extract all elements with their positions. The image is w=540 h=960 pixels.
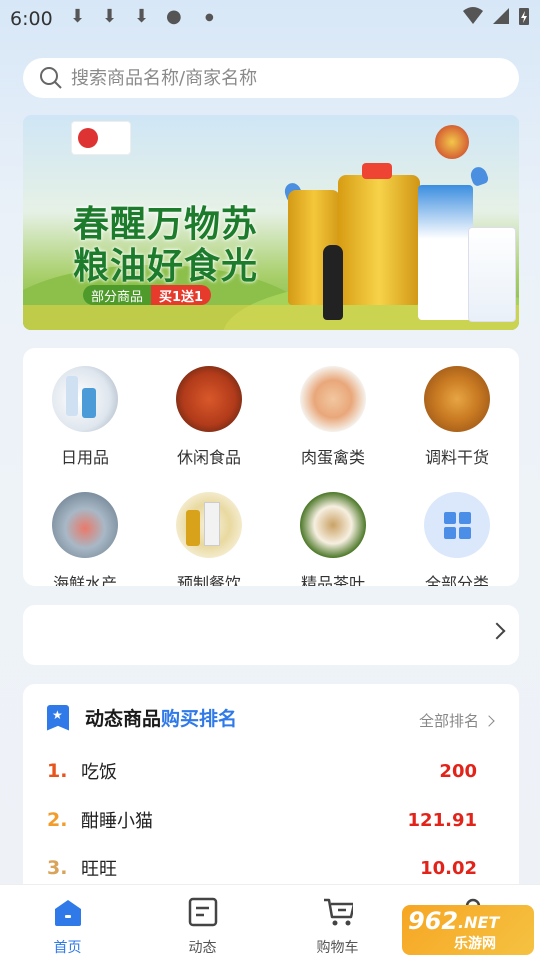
badge-icon: [47, 704, 69, 731]
category-seafood-image: [52, 492, 118, 558]
category-label: 肉蛋禽类: [300, 448, 365, 467]
banner-headline-line1: 春醒万物苏: [73, 203, 259, 245]
chevron-right-icon[interactable]: [488, 622, 506, 640]
dot-icon: ●: [205, 12, 214, 23]
status-right: [462, 6, 530, 26]
category-tea-image: [300, 492, 366, 558]
nav-cart[interactable]: 购物车: [270, 885, 405, 960]
download-icon: ⬇: [102, 6, 118, 27]
banner-headline: 春醒万物苏 粮油好食光: [73, 203, 258, 287]
ranking-header: 动态商品购买排名: [47, 704, 237, 731]
sauce-bottle-image: [323, 245, 343, 320]
category-label: 预制餐饮: [176, 574, 241, 586]
watermark-net: .NET: [458, 913, 500, 932]
category-label: 调料干货: [424, 448, 489, 467]
battery-icon: [519, 8, 529, 25]
category-meat-eggs-image: [300, 366, 366, 432]
download-icon: ⬇: [70, 6, 86, 27]
ranking-title-main: 动态商品: [85, 708, 162, 730]
download-icon: ⬇: [134, 6, 150, 27]
rank-item-value: 10.02: [420, 857, 477, 879]
nav-feed[interactable]: 动态: [135, 885, 270, 960]
category-all[interactable]: 全部分类: [395, 474, 519, 586]
banner-headline-line2: 粮油好食光: [73, 245, 259, 287]
rice-bag-image: [418, 185, 473, 320]
category-label: 海鲜水产: [52, 574, 117, 586]
search-input[interactable]: [71, 67, 471, 89]
status-time: 6:00: [10, 8, 53, 30]
rank-number: 2.: [47, 809, 68, 831]
ranking-title-highlight: 购买排名: [161, 708, 238, 730]
category-seasoning[interactable]: 调料干货: [395, 348, 519, 468]
notice-bar[interactable]: [23, 605, 519, 665]
promo-banner[interactable]: 春醒万物苏 粮油好食光 部分商品 买1送1: [23, 115, 519, 330]
nav-label: 首页: [53, 940, 82, 956]
shopping-cart-icon: [323, 898, 355, 926]
nav-home[interactable]: 首页: [0, 885, 135, 960]
rank-item-value: 200: [439, 760, 477, 782]
rice-bag-image: [468, 227, 516, 322]
category-daily-goods[interactable]: 日用品: [23, 348, 147, 468]
oil-bottle-image: [338, 163, 420, 305]
chevron-right-icon: [483, 714, 495, 727]
banner-tag-part: 部分商品: [83, 285, 152, 305]
watermark-brand: 962: [408, 907, 459, 935]
rank-item-name: 酣睡小猫: [81, 811, 153, 832]
document-icon: [188, 897, 217, 927]
butterfly-icon: [468, 164, 490, 188]
all-ranking-link[interactable]: 全部排名: [418, 710, 495, 731]
watermark-sub: 乐游网: [454, 936, 496, 952]
nav-label: 动态: [188, 940, 217, 956]
ranking-row[interactable]: 1. 吃饭 200: [47, 756, 497, 786]
rank-item-value: 121.91: [407, 809, 477, 831]
ranking-row[interactable]: 3. 旺旺 10.02: [47, 853, 497, 883]
rank-number: 1.: [47, 760, 68, 782]
category-seafood[interactable]: 海鲜水产: [23, 474, 147, 586]
ranking-title: 动态商品购买排名: [85, 704, 237, 731]
nav-label: 购物车: [316, 940, 359, 956]
category-meat-eggs[interactable]: 肉蛋禽类: [271, 348, 395, 468]
all-ranking-label: 全部排名: [418, 712, 479, 730]
brand-logo: [71, 121, 131, 155]
alert-icon: ●: [166, 6, 182, 27]
wifi-icon: [463, 7, 483, 24]
banner-tag-offer: 买1送1: [151, 285, 212, 305]
category-label: 全部分类: [424, 574, 489, 586]
category-grid: 日用品 休闲食品 肉蛋禽类 调料干货 海鲜水产 预制餐饮 精品茶叶 全部分类: [23, 348, 519, 586]
category-seasoning-image: [424, 366, 490, 432]
rank-item-name: 旺旺: [81, 859, 117, 880]
ranking-row[interactable]: 2. 酣睡小猫 121.91: [47, 805, 497, 835]
rank-number: 3.: [47, 857, 68, 879]
category-label: 休闲食品: [176, 448, 241, 467]
ranking-card: 动态商品购买排名 全部排名 1. 吃饭 200 2. 酣睡小猫 121.91 3…: [23, 684, 519, 904]
category-prepared-meals-image: [176, 492, 242, 558]
category-label: 精品茶叶: [300, 574, 365, 586]
status-bar: 6:00 ⬇ ⬇ ⬇ ● ●: [0, 0, 540, 38]
category-label: 日用品: [60, 448, 109, 467]
award-medal-icon: [435, 125, 469, 159]
site-watermark: 962 .NET 乐游网: [402, 905, 534, 955]
signal-icon: [493, 8, 509, 24]
category-snacks-image: [176, 366, 242, 432]
home-icon: [54, 900, 81, 926]
category-snacks[interactable]: 休闲食品: [147, 348, 271, 468]
search-bar[interactable]: [23, 58, 519, 98]
category-daily-goods-image: [52, 366, 118, 432]
rank-item-name: 吃饭: [81, 762, 117, 783]
category-tea[interactable]: 精品茶叶: [271, 474, 395, 586]
grid-icon: [424, 492, 490, 558]
banner-offer-tag: 部分商品 买1送1: [83, 285, 212, 305]
search-icon: [40, 67, 62, 89]
category-prepared-meals[interactable]: 预制餐饮: [147, 474, 271, 586]
